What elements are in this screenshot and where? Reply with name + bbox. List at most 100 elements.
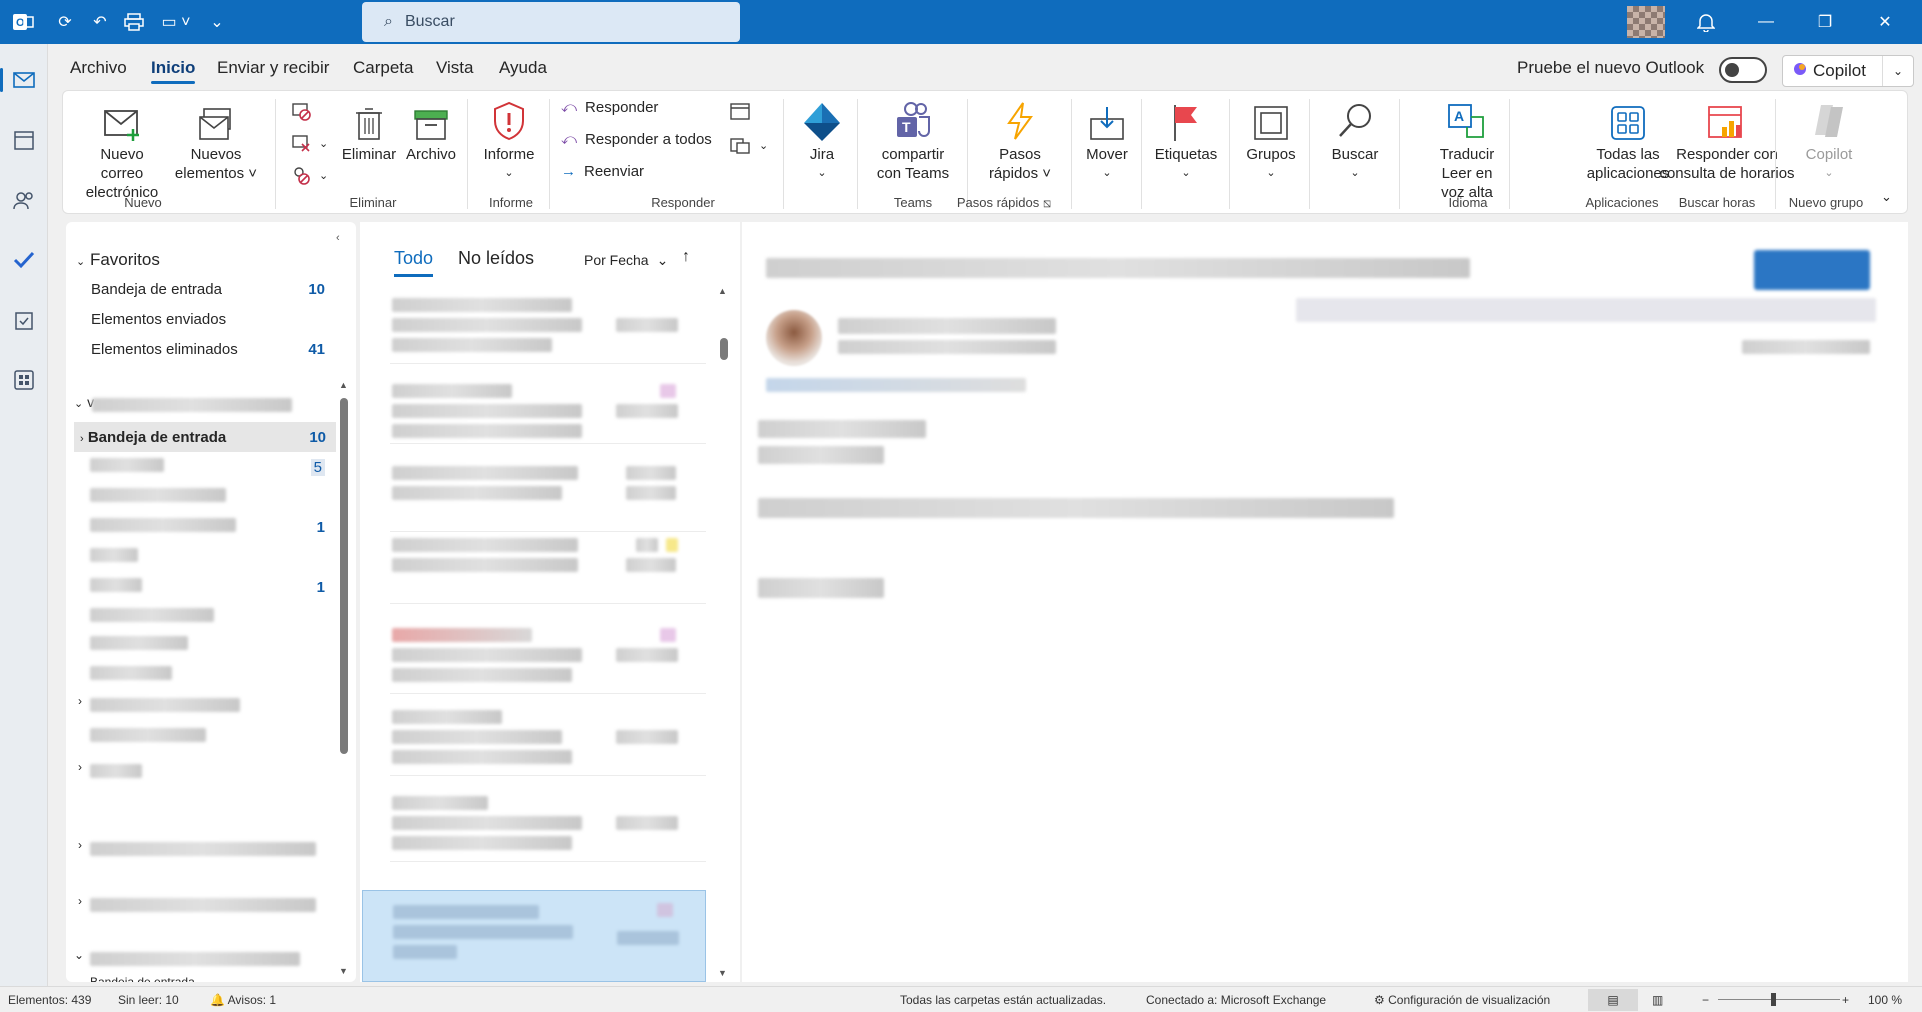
menu-vista[interactable]: Vista bbox=[436, 58, 474, 78]
list-item[interactable] bbox=[390, 790, 706, 862]
apps-icon[interactable] bbox=[8, 364, 40, 396]
find-button[interactable]: Buscar ⌄ bbox=[1315, 99, 1395, 183]
folder-blurred[interactable] bbox=[90, 764, 142, 778]
partial-folder-label[interactable]: Bandeja de entrada bbox=[90, 976, 195, 982]
folder-scrollbar-thumb[interactable] bbox=[340, 398, 348, 754]
list-item[interactable] bbox=[390, 532, 706, 604]
people-icon[interactable] bbox=[8, 184, 40, 216]
join-button-blurred[interactable] bbox=[1754, 250, 1870, 290]
chevron-right-icon[interactable]: › bbox=[78, 838, 82, 852]
normal-view-icon[interactable]: ▤ bbox=[1588, 989, 1638, 1011]
zoom-in-icon[interactable]: + bbox=[1842, 993, 1849, 1007]
scroll-up-icon[interactable]: ▲ bbox=[718, 286, 727, 296]
account-inbox[interactable]: › Bandeja de entrada 10 bbox=[80, 424, 338, 450]
todo-icon[interactable] bbox=[8, 244, 40, 276]
folder-blurred[interactable] bbox=[90, 698, 240, 712]
sync-icon[interactable]: ⟳ bbox=[53, 10, 77, 34]
copilot-ribbon-button[interactable]: Copilot ⌄ bbox=[1791, 99, 1867, 183]
selected-list-item[interactable] bbox=[362, 890, 706, 982]
display-settings-button[interactable]: ⚙ Configuración de visualización bbox=[1374, 993, 1550, 1007]
share-teams-button[interactable]: T compartir con Teams bbox=[863, 99, 963, 183]
calendar-icon[interactable] bbox=[8, 124, 40, 156]
chevron-down-icon[interactable]: ⌄ bbox=[74, 948, 84, 962]
quick-steps-button[interactable]: Pasos rápidos ˅ bbox=[975, 99, 1065, 183]
tab-all[interactable]: Todo bbox=[394, 248, 434, 277]
list-scrollbar-thumb[interactable] bbox=[720, 338, 728, 360]
favorites-header[interactable]: ⌄ Favoritos bbox=[76, 250, 160, 270]
archive-button[interactable]: Archivo bbox=[401, 99, 461, 164]
copilot-button[interactable]: Copilot ⌄ bbox=[1782, 55, 1914, 87]
tags-button[interactable]: Etiquetas ⌄ bbox=[1147, 99, 1225, 183]
list-item[interactable] bbox=[390, 704, 706, 776]
move-to-folder-icon[interactable]: ▭ ˅ bbox=[158, 10, 194, 34]
new-items-button[interactable]: Nuevos elementos ˅ bbox=[173, 99, 259, 183]
collapse-folder-pane-icon[interactable]: ‹ bbox=[336, 232, 340, 244]
menu-archivo[interactable]: Archivo bbox=[70, 58, 127, 78]
scheduling-poll-button[interactable]: Responder con consulta de horarios bbox=[1657, 99, 1797, 183]
menu-inicio[interactable]: Inicio bbox=[151, 58, 196, 84]
reply-button[interactable]: ⤺ Responder bbox=[561, 99, 658, 116]
restore-button[interactable]: ❐ bbox=[1810, 10, 1840, 34]
menu-ayuda[interactable]: Ayuda bbox=[499, 58, 547, 78]
translate-button[interactable]: A Traducir Leer en voz alta bbox=[1429, 99, 1505, 202]
favorite-deleted[interactable]: Elementos eliminados 41 bbox=[91, 336, 337, 362]
tab-unread[interactable]: No leídos bbox=[458, 248, 534, 269]
report-button[interactable]: Informe ⌄ bbox=[475, 99, 543, 183]
zoom-slider[interactable] bbox=[1718, 999, 1840, 1000]
folder-blurred[interactable] bbox=[90, 636, 188, 650]
copilot-dropdown-icon[interactable]: ⌄ bbox=[1881, 56, 1913, 86]
tasks-icon[interactable] bbox=[8, 304, 40, 336]
cleanup-icon[interactable]: ⌄ bbox=[291, 133, 328, 153]
dialog-launcher-icon[interactable]: ⧅ bbox=[1043, 195, 1051, 210]
scroll-down-icon[interactable]: ▼ bbox=[718, 968, 727, 978]
list-item[interactable] bbox=[390, 292, 706, 364]
chevron-right-icon[interactable]: › bbox=[78, 760, 82, 774]
delete-button[interactable]: Eliminar bbox=[339, 99, 399, 164]
account-avatar[interactable] bbox=[1627, 6, 1665, 38]
collapse-ribbon-icon[interactable]: ⌄ bbox=[1881, 189, 1892, 205]
favorite-inbox[interactable]: Bandeja de entrada 10 bbox=[91, 276, 337, 302]
shared-mailbox-blurred[interactable] bbox=[90, 842, 316, 856]
reply-all-button[interactable]: ⤺ Responder a todos bbox=[561, 131, 712, 148]
sort-direction-icon[interactable]: ↑ bbox=[682, 248, 690, 266]
new-outlook-toggle[interactable] bbox=[1719, 57, 1767, 83]
list-item[interactable] bbox=[390, 622, 706, 694]
jira-button[interactable]: Jira ⌄ bbox=[791, 99, 853, 183]
folder-blurred[interactable] bbox=[90, 666, 172, 680]
undo-icon[interactable]: ↶ bbox=[88, 10, 112, 34]
folder-blurred[interactable] bbox=[90, 488, 226, 502]
reading-view-icon[interactable]: ▥ bbox=[1652, 993, 1663, 1007]
chevron-right-icon[interactable]: › bbox=[78, 894, 82, 908]
zoom-slider-thumb[interactable] bbox=[1771, 993, 1776, 1006]
groups-button[interactable]: Grupos ⌄ bbox=[1235, 99, 1307, 183]
print-icon[interactable] bbox=[122, 10, 146, 34]
search-box[interactable]: ⌕ Buscar bbox=[362, 2, 740, 42]
junk-icon[interactable]: ⌄ bbox=[291, 165, 328, 185]
list-item[interactable] bbox=[390, 460, 706, 532]
ignore-icon[interactable] bbox=[291, 101, 311, 121]
scroll-up-icon[interactable]: ▲ bbox=[339, 380, 348, 390]
meeting-reply-icon[interactable] bbox=[729, 101, 751, 121]
zoom-level[interactable]: 100 % bbox=[1868, 993, 1902, 1007]
scroll-down-icon[interactable]: ▼ bbox=[339, 966, 348, 976]
forward-button[interactable]: → Reenviar bbox=[561, 163, 644, 180]
minimize-button[interactable]: — bbox=[1751, 10, 1781, 34]
chevron-right-icon[interactable]: › bbox=[78, 694, 82, 708]
shared-mailbox-blurred[interactable] bbox=[90, 898, 316, 912]
new-email-button[interactable]: Nuevo correo electrónico bbox=[79, 99, 165, 202]
favorite-sent[interactable]: Elementos enviados bbox=[91, 306, 337, 332]
menu-enviar-recibir[interactable]: Enviar y recibir bbox=[217, 58, 329, 78]
bell-icon[interactable] bbox=[1691, 10, 1721, 34]
more-respond-icon[interactable]: ⌄ bbox=[729, 135, 768, 155]
menu-carpeta[interactable]: Carpeta bbox=[353, 58, 413, 78]
close-button[interactable]: ✕ bbox=[1870, 10, 1900, 34]
list-item[interactable] bbox=[390, 372, 706, 444]
shared-mailbox-blurred[interactable] bbox=[90, 952, 300, 966]
folder-blurred[interactable] bbox=[90, 548, 138, 562]
folder-blurred[interactable] bbox=[90, 728, 206, 742]
zoom-out-icon[interactable]: − bbox=[1702, 993, 1709, 1007]
folder-blurred[interactable] bbox=[90, 608, 214, 622]
customize-toolbar-icon[interactable]: ⌄ bbox=[205, 10, 229, 34]
mail-icon[interactable] bbox=[0, 64, 40, 96]
message-actions-blurred[interactable] bbox=[1296, 298, 1876, 322]
